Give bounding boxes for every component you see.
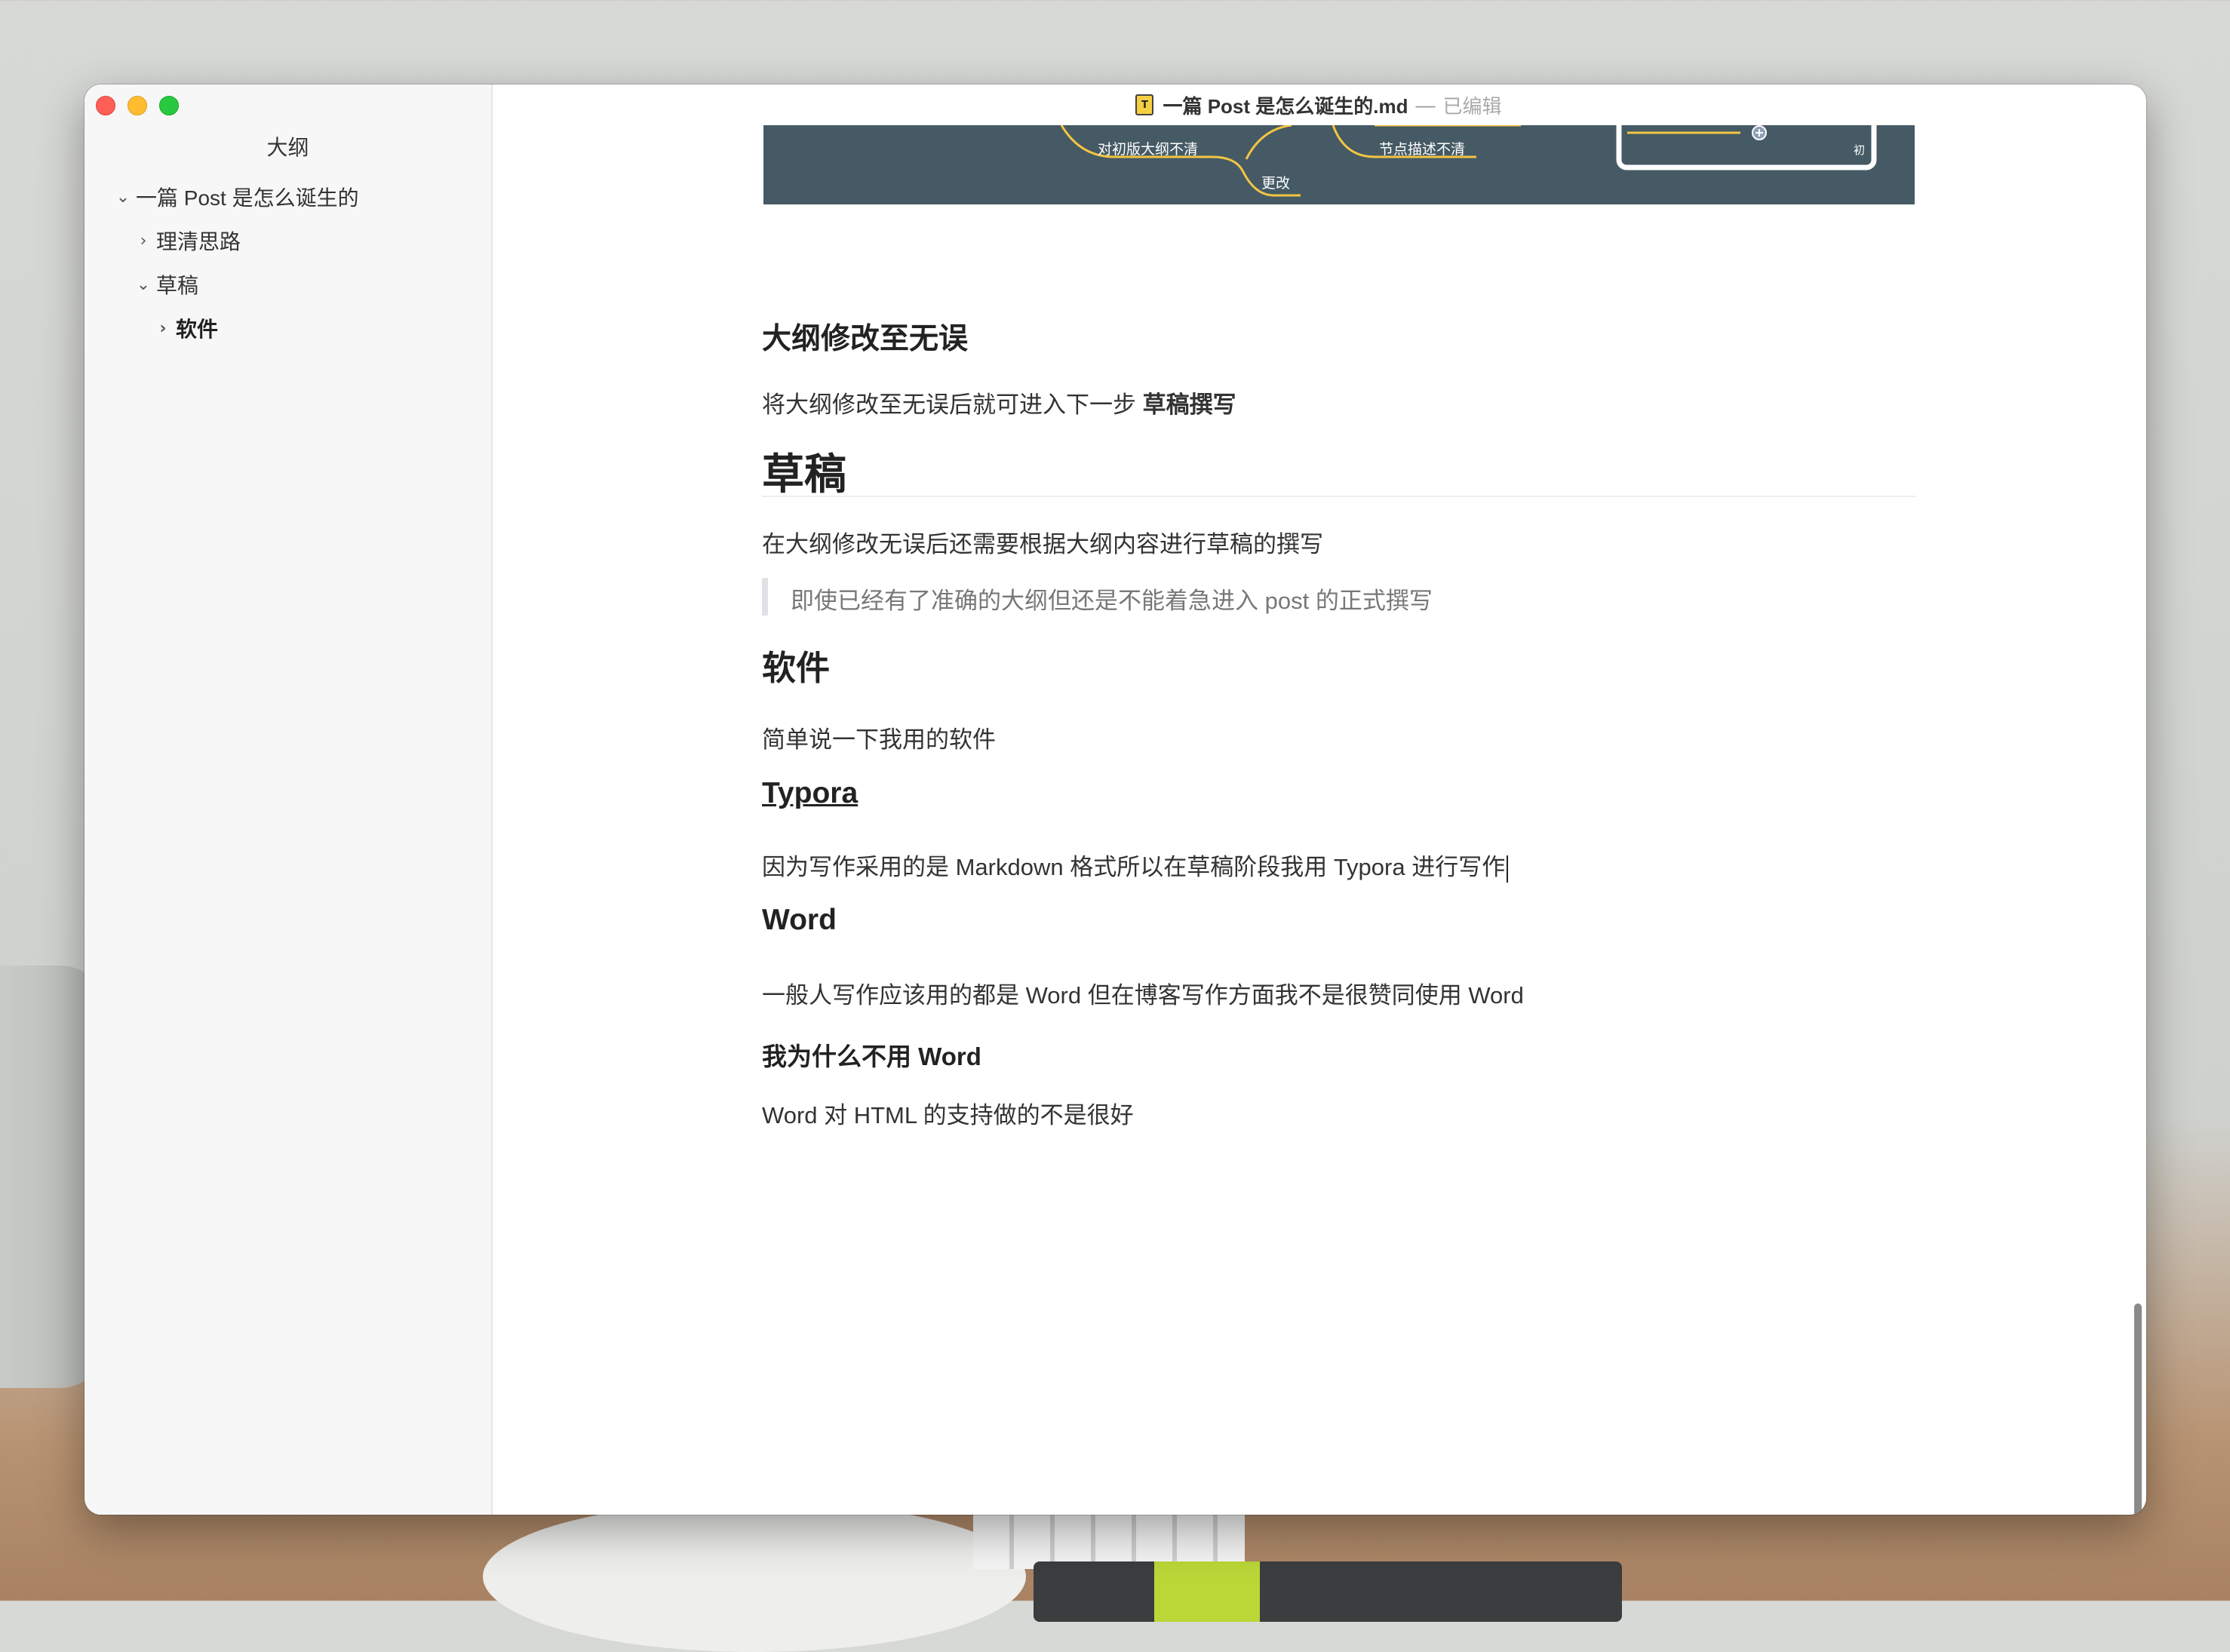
paragraph-word: 一般人写作应该用的都是 Word 但在博客写作方面我不是很赞同使用 Word — [762, 982, 1524, 1009]
mindmap-label: 初 — [1854, 143, 1866, 157]
outline-item-label: 一篇 Post 是怎么诞生的 — [136, 186, 359, 210]
background-cup — [483, 1501, 1026, 1652]
sidebar: 大纲 ⌄ 一篇 Post 是怎么诞生的 › 理清思路 ⌄ 草稿 › 软件 — [84, 84, 493, 1515]
mindmap-lines — [1060, 125, 1877, 197]
background-notebook — [1034, 1561, 1622, 1622]
heading-outline-fix: 大纲修改至无误 — [762, 323, 969, 355]
blockquote-text: 即使已经有了准确的大纲但还是不能着急进入 post 的正式撰写 — [791, 588, 1433, 614]
paragraph-outline-fix: 将大纲修改至无误后就可进入下一步 草稿撰写 — [762, 385, 1236, 419]
background-notebook-band — [1154, 1561, 1260, 1622]
outline-tree: ⌄ 一篇 Post 是怎么诞生的 › 理清思路 ⌄ 草稿 › 软件 — [84, 175, 491, 350]
chevron-right-icon[interactable]: › — [153, 319, 173, 338]
text-cursor — [1507, 855, 1509, 883]
mindmap-label: 对初版大纲不清 — [1098, 141, 1199, 158]
window-title: 一篇 Post 是怎么诞生的.md — [1163, 94, 1408, 118]
close-window-button[interactable] — [96, 96, 115, 115]
editor-area[interactable]: 对初版大纲不清 节点描述不清 更改 初 大纲修改至无误 将大纲修改至无误后就可进… — [491, 125, 2146, 1515]
outline-item-draft[interactable]: ⌄ 草稿 — [84, 263, 491, 306]
outline-item-label: 理清思路 — [156, 230, 241, 253]
title-separator: — — [1415, 93, 1436, 116]
minimize-window-button[interactable] — [127, 96, 147, 115]
heading-typora-link[interactable]: Typora — [762, 777, 858, 810]
paragraph-text: 将大纲修改至无误后就可进入下一步 — [762, 392, 1143, 418]
vertical-scrollbar[interactable] — [2134, 1303, 2142, 1515]
maximize-window-button[interactable] — [159, 96, 179, 115]
outline-item-software[interactable]: › 软件 — [84, 306, 491, 350]
mindmap-label: 更改 — [1261, 175, 1291, 192]
chevron-down-icon[interactable]: ⌄ — [134, 275, 153, 294]
edit-status: 已编辑 — [1442, 94, 1502, 118]
blockquote-bar — [762, 578, 768, 616]
heading-rule — [762, 496, 1916, 497]
paragraph-software: 简单说一下我用的软件 — [762, 726, 996, 753]
typora-window: 大纲 ⌄ 一篇 Post 是怎么诞生的 › 理清思路 ⌄ 草稿 › 软件 T 一… — [84, 84, 2146, 1515]
outline-item-clarify[interactable]: › 理清思路 — [84, 219, 491, 263]
chevron-right-icon[interactable]: › — [134, 232, 153, 250]
document-icon: T — [1135, 94, 1154, 115]
heading-word: Word — [762, 904, 837, 936]
paragraph-why-not-word: Word 对 HTML 的支持做的不是很好 — [762, 1102, 1134, 1128]
window-controls — [96, 96, 179, 115]
title-bar: T 一篇 Post 是怎么诞生的.md — 已编辑 — [491, 84, 2146, 125]
sidebar-title: 大纲 — [266, 136, 309, 159]
mindmap-image: 对初版大纲不清 节点描述不清 更改 初 — [763, 125, 1915, 204]
chevron-down-icon[interactable]: ⌄ — [113, 188, 133, 207]
outline-item-label: 软件 — [176, 318, 219, 341]
heading-why-not-word: 我为什么不用 Word — [762, 1042, 981, 1070]
heading-draft: 草稿 — [762, 450, 846, 498]
background-keyboard — [973, 1509, 1245, 1569]
outline-item-label: 草稿 — [156, 274, 199, 297]
paragraph-typora[interactable]: 因为写作采用的是 Markdown 格式所以在草稿阶段我用 Typora 进行写… — [762, 848, 1509, 883]
mindmap-label: 节点描述不清 — [1379, 141, 1466, 158]
outline-item-post[interactable]: ⌄ 一篇 Post 是怎么诞生的 — [84, 175, 491, 219]
heading-software: 软件 — [762, 649, 831, 687]
paragraph-draft: 在大纲修改无误后还需要根据大纲内容进行草稿的撰写 — [762, 531, 1323, 557]
bold-text: 草稿撰写 — [1142, 392, 1236, 418]
paragraph-text: 因为写作采用的是 Markdown 格式所以在草稿阶段我用 Typora 进行写… — [762, 854, 1506, 880]
